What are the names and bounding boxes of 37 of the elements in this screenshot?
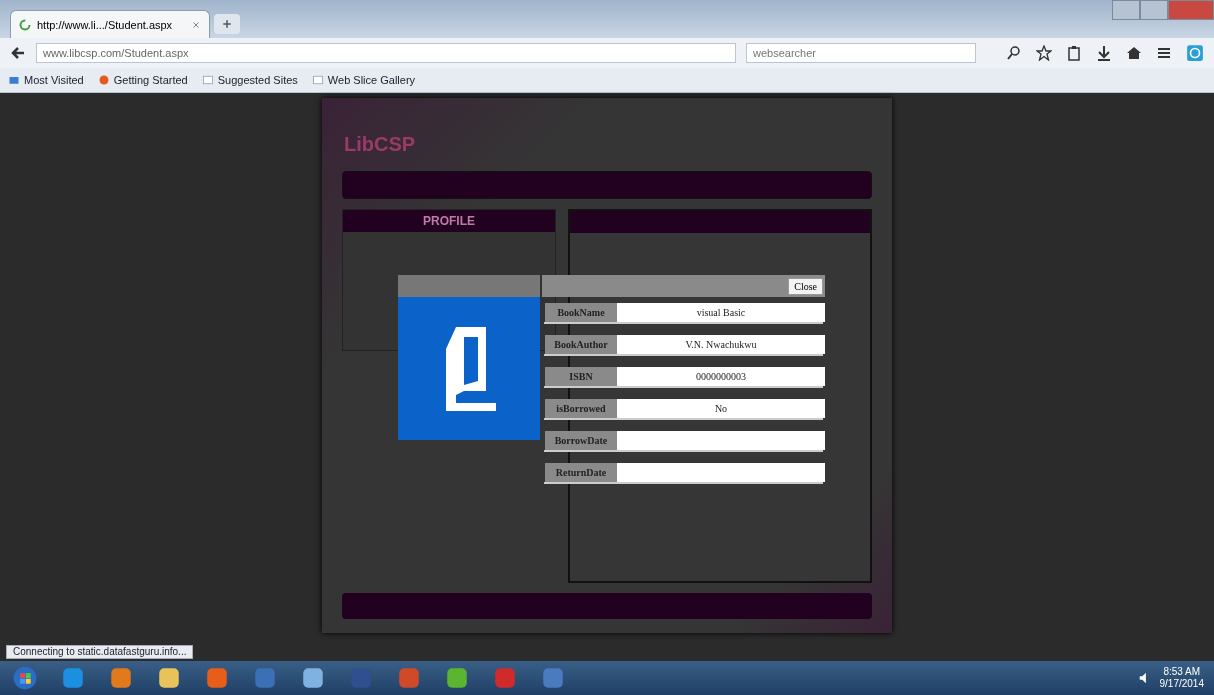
field-value: No	[617, 399, 825, 418]
field-value: V.N. Nwachukwu	[617, 335, 825, 354]
browser-tab[interactable]: http://www.li.../Student.aspx	[10, 10, 210, 38]
profile-heading: PROFILE	[343, 210, 555, 232]
globe-icon	[97, 74, 110, 86]
addon-icon[interactable]	[1186, 44, 1204, 62]
home-icon[interactable]	[1126, 45, 1142, 61]
back-arrow-icon[interactable]	[10, 45, 26, 61]
address-bar[interactable]: www.libcsp.com/Student.aspx	[36, 43, 736, 63]
field-label: ReturnDate	[545, 463, 617, 482]
star-icon[interactable]	[1036, 45, 1052, 61]
field-value: 0000000003	[617, 367, 825, 386]
search-field[interactable]: websearcher	[746, 43, 976, 63]
plus-icon[interactable]	[221, 18, 233, 30]
bookmark-link[interactable]: Most Visited	[8, 74, 84, 86]
download-icon[interactable]	[1096, 45, 1112, 61]
bookmark-link[interactable]: Suggested Sites	[201, 74, 298, 86]
field-value: visual Basic	[617, 303, 825, 322]
clock[interactable]: 8:53 AM 9/17/2014	[1159, 666, 1204, 690]
status-text: Connecting to static.datafastguru.info...	[6, 645, 194, 659]
folder-icon	[8, 74, 20, 86]
field-label: BookName	[545, 303, 617, 322]
field-label: isBorrowed	[545, 399, 617, 418]
bookmark-link[interactable]: Getting Started	[97, 74, 188, 86]
search-icon[interactable]	[1006, 45, 1022, 61]
field-label: BookAuthor	[545, 335, 617, 354]
page-icon	[311, 74, 324, 86]
clipboard-icon[interactable]	[1066, 45, 1082, 61]
menu-icon[interactable]	[1156, 45, 1172, 61]
close-icon[interactable]	[191, 19, 201, 30]
site-logo: LibCSP	[343, 132, 417, 157]
close-button[interactable]: Close	[788, 277, 823, 295]
loading-icon	[19, 18, 31, 31]
field-label: BorrowDate	[545, 431, 617, 450]
bookmark-link[interactable]: Web Slice Gallery	[311, 74, 416, 86]
field-label: ISBN	[545, 367, 617, 386]
page-icon	[201, 74, 214, 86]
